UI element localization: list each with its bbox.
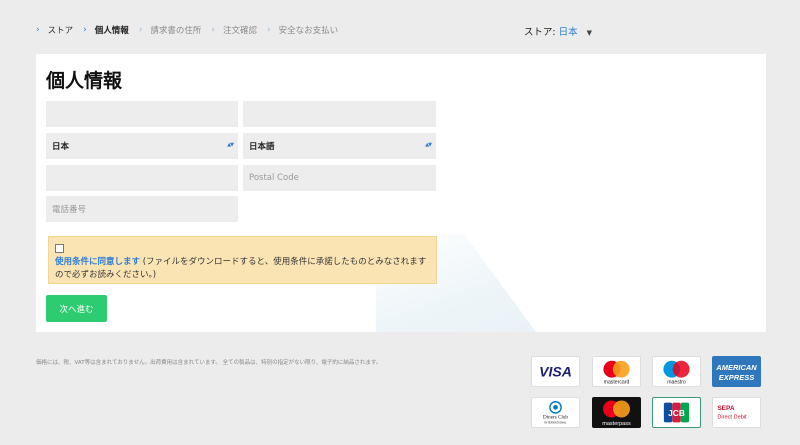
- visa-text: VISA: [539, 364, 572, 380]
- breadcrumb-store[interactable]: ストア: [48, 24, 74, 36]
- terms-link[interactable]: 使用条件に同意します: [55, 257, 140, 267]
- jcb-text: JCB: [668, 408, 685, 418]
- store-selector-label: ストア:: [523, 27, 556, 38]
- jcb-logo: JCB: [652, 397, 701, 428]
- country-select-value: 日本: [52, 142, 70, 152]
- maestro-logo: maestro: [652, 356, 701, 387]
- breadcrumb: › ストア › 個人情報 › 請求書の住所 › 注文確認 › 安全なお支払い: [36, 24, 348, 36]
- mastercard-text: mastercard: [604, 380, 630, 386]
- masterpass-text: masterpass: [602, 421, 631, 427]
- postal-code-placeholder: Postal Code: [249, 173, 299, 183]
- sepa-text-1: SEPA: [717, 405, 735, 412]
- breadcrumb-billing-address: 請求書の住所: [150, 26, 202, 36]
- amex-text-1: AMERICAN: [715, 363, 757, 372]
- chevron-right-icon: ›: [36, 25, 40, 35]
- email-field[interactable]: [46, 165, 238, 191]
- visa-logo: VISA: [531, 356, 580, 387]
- chevron-right-icon: ›: [83, 25, 87, 35]
- language-select[interactable]: 日本語 ▲▼: [243, 133, 436, 159]
- sepa-logo: SEPA Direct Debit: [712, 397, 761, 428]
- diners-text-1: Diners Club: [543, 415, 568, 421]
- amex-logo: AMERICAN EXPRESS: [712, 356, 761, 387]
- breadcrumb-order-confirm: 注文確認: [222, 26, 257, 36]
- diners-club-logo: Diners Club INTERNATIONAL: [531, 397, 580, 428]
- chevron-right-icon: ›: [267, 25, 271, 35]
- terms-checkbox[interactable]: [55, 244, 64, 253]
- phone-placeholder: 電話番号: [52, 205, 87, 215]
- language-select-value: 日本語: [249, 142, 275, 152]
- amex-text-2: EXPRESS: [719, 373, 754, 382]
- personal-info-card: 個人情報 日本 ▲▼ 日本語 ▲▼ Postal Code 電話番号 使用条件に…: [36, 54, 766, 332]
- sepa-text-2: Direct Debit: [717, 415, 747, 421]
- next-button[interactable]: 次へ進む: [46, 295, 107, 322]
- top-bar: › ストア › 個人情報 › 請求書の住所 › 注文確認 › 安全なお支払い ス…: [36, 24, 764, 42]
- breadcrumb-secure-payment: 安全なお支払い: [278, 26, 339, 36]
- select-arrows-icon: ▲▼: [227, 142, 234, 148]
- mastercard-logo: mastercard: [592, 356, 641, 387]
- page-title: 個人情報: [46, 70, 123, 92]
- phone-field[interactable]: 電話番号: [46, 196, 238, 222]
- first-name-field[interactable]: [46, 101, 238, 127]
- masterpass-logo: masterpass: [592, 397, 641, 428]
- chevron-right-icon: ›: [211, 25, 215, 35]
- terms-notice: 使用条件に同意します (ファイルをダウンロードすると、使用条件に承諾したものとみ…: [48, 236, 437, 284]
- breadcrumb-personal-info: 個人情報: [94, 26, 129, 36]
- price-footnote: 価格には、税、VAT等は含まれておりません。出荷費用は含まれています。 全ての製…: [36, 360, 382, 366]
- country-select[interactable]: 日本 ▲▼: [46, 133, 238, 159]
- store-selector[interactable]: ストア: 日本 ▼: [524, 24, 592, 38]
- last-name-field[interactable]: [243, 101, 436, 127]
- caret-down-icon: ▼: [586, 29, 592, 37]
- select-arrows-icon: ▲▼: [425, 142, 432, 148]
- diners-text-2: INTERNATIONAL: [544, 421, 567, 425]
- maestro-text: maestro: [667, 380, 686, 386]
- store-selector-value: 日本: [558, 27, 578, 38]
- chevron-right-icon: ›: [138, 25, 143, 35]
- postal-code-field[interactable]: Postal Code: [243, 165, 436, 191]
